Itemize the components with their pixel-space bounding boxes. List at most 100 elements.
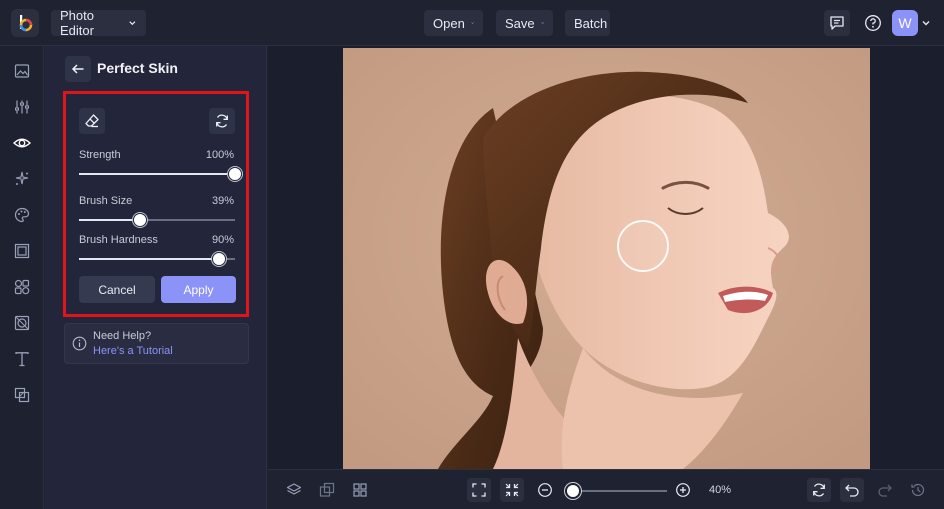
palette-icon (14, 207, 30, 223)
save-dropdown[interactable]: Save (496, 10, 553, 36)
batch-button[interactable]: Batch (565, 10, 610, 36)
reset-button[interactable] (209, 108, 235, 134)
cancel-button[interactable]: Cancel (79, 276, 155, 303)
apply-label: Apply (183, 282, 214, 297)
zoom-slider[interactable] (566, 490, 667, 492)
sparkle-icon (15, 171, 29, 185)
compare-icon (319, 482, 335, 497)
brush-hardness-slider[interactable] (79, 252, 235, 266)
strength-value: 100% (205, 149, 234, 161)
redo-button[interactable] (873, 478, 897, 502)
rotate-button[interactable] (807, 478, 831, 502)
brush-size-slider[interactable] (79, 213, 235, 227)
user-avatar[interactable]: W (892, 10, 918, 36)
fit-screen-button[interactable] (467, 478, 491, 502)
perfect-skin-controls: Strength 100% Brush Size 39% Brush Hardn… (63, 91, 249, 317)
logo-icon (19, 15, 33, 32)
perfect-skin-panel: Perfect Skin Strength 100% Brush Size 39… (45, 46, 267, 509)
expand-icon (472, 483, 486, 497)
rail-adjust-button[interactable] (12, 97, 32, 117)
zoom-out-button[interactable] (533, 478, 557, 502)
eye-icon (13, 138, 31, 148)
history-button[interactable] (906, 478, 930, 502)
account-menu-toggle[interactable] (919, 10, 933, 36)
open-dropdown[interactable]: Open (424, 10, 483, 36)
avatar-initial: W (898, 15, 912, 31)
save-label: Save (505, 15, 535, 31)
shapes-icon (14, 279, 30, 295)
compare-button[interactable] (315, 478, 339, 502)
frame-icon (14, 243, 30, 259)
zoom-in-button[interactable] (671, 478, 695, 502)
strength-slider-fill (79, 173, 235, 175)
refresh-icon (216, 114, 228, 128)
info-icon (72, 336, 87, 351)
rail-graphics-button[interactable] (12, 277, 32, 297)
layers-button[interactable] (282, 478, 306, 502)
actual-size-button[interactable] (500, 478, 524, 502)
layers-icon (286, 483, 302, 495)
canvas-area[interactable] (268, 46, 944, 469)
portrait-image (343, 48, 870, 469)
tool-rail (0, 46, 44, 509)
rail-artsy-button[interactable] (12, 205, 32, 225)
rail-frames-button[interactable] (12, 241, 32, 261)
photo-editor-dropdown[interactable]: Photo Editor (51, 8, 146, 38)
tutorial-link[interactable]: Here's a Tutorial (93, 345, 173, 357)
photo-canvas[interactable] (343, 48, 870, 469)
photo-editor-label: Photo Editor (60, 8, 94, 38)
brush-hardness-label: Brush Hardness (79, 234, 158, 246)
apply-button[interactable]: Apply (161, 276, 236, 303)
app-logo[interactable] (11, 9, 39, 37)
top-toolbar: Photo Editor Open Save Batch W (0, 0, 944, 46)
overlay-icon (14, 315, 30, 331)
brush-hardness-slider-fill (79, 258, 220, 260)
feedback-button[interactable] (824, 10, 850, 36)
undo-icon (845, 484, 859, 497)
zoom-out-icon (538, 483, 552, 497)
rail-overlays-button[interactable] (12, 313, 32, 333)
chevron-down-icon (129, 21, 136, 26)
batch-label: Batch (574, 15, 608, 31)
strength-slider[interactable] (79, 167, 242, 181)
sliders-icon (15, 100, 29, 114)
chevron-down-icon (471, 22, 474, 24)
zoom-level: 40% (709, 484, 732, 496)
grid-view-button[interactable] (348, 478, 372, 502)
rail-effects-button[interactable] (12, 169, 32, 189)
cancel-label: Cancel (98, 282, 136, 297)
strength-slider-thumb[interactable] (228, 167, 242, 181)
open-label: Open (433, 15, 465, 31)
brush-hardness-value: 90% (211, 234, 234, 246)
refresh-icon (813, 483, 825, 497)
rail-textures-button[interactable] (12, 385, 32, 405)
zoom-in-icon (676, 483, 690, 497)
rail-touchup-button[interactable] (12, 133, 32, 153)
rail-text-button[interactable] (12, 349, 32, 369)
eraser-button[interactable] (79, 108, 105, 134)
eraser-icon (85, 114, 99, 128)
grid-icon (353, 483, 367, 497)
help-card: Need Help? Here's a Tutorial (64, 323, 249, 364)
zoom-slider-thumb[interactable] (565, 483, 581, 499)
chevron-down-icon (541, 22, 544, 24)
strength-label: Strength (79, 149, 121, 161)
image-icon (14, 64, 30, 78)
brush-hardness-slider-thumb[interactable] (212, 252, 227, 266)
chevron-down-icon (922, 21, 930, 26)
rail-image-button[interactable] (12, 61, 32, 81)
help-circle-icon (865, 15, 881, 31)
panel-title: Perfect Skin (97, 60, 178, 76)
help-button[interactable] (860, 10, 886, 36)
redo-icon (878, 484, 892, 497)
collapse-icon (505, 483, 519, 497)
arrow-left-icon (71, 64, 84, 74)
brush-size-slider-fill (79, 219, 140, 221)
brush-size-label: Brush Size (79, 195, 133, 207)
brush-size-value: 39% (211, 195, 234, 207)
help-question: Need Help? (93, 330, 152, 342)
undo-button[interactable] (840, 478, 864, 502)
back-button[interactable] (65, 56, 91, 82)
texture-icon (14, 387, 30, 403)
brush-size-slider-thumb[interactable] (132, 213, 147, 227)
